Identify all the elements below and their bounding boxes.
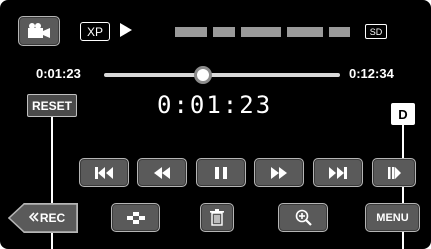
play-indicator-icon (119, 22, 133, 43)
menu-button[interactable]: MENU (365, 203, 420, 232)
fast-forward-icon (269, 166, 289, 180)
playback-screen: XP SD 0:01:23 0:12:34 RESET 0:01:23 D RE… (0, 0, 431, 249)
skip-to-end-icon (327, 166, 349, 180)
trash-icon (210, 209, 224, 226)
skip-forward-button[interactable] (313, 158, 363, 187)
frame-advance-icon (386, 166, 402, 180)
zoom-button[interactable] (278, 203, 328, 232)
skip-back-button[interactable] (79, 158, 129, 187)
frame-advance-button[interactable] (372, 158, 416, 187)
seek-track[interactable] (104, 73, 340, 77)
media-badge: SD (365, 24, 387, 39)
pause-icon (214, 166, 228, 180)
total-time: 0:12:34 (349, 66, 394, 81)
time-counter: 0:01:23 (157, 91, 273, 119)
skip-to-start-icon (93, 166, 115, 180)
rewind-icon (152, 166, 172, 180)
elapsed-time: 0:01:23 (36, 66, 81, 81)
rec-label: REC (39, 211, 66, 225)
display-toggle-button[interactable]: D (391, 103, 415, 125)
file-info-bar (175, 27, 350, 37)
delete-button[interactable] (200, 203, 234, 232)
quality-badge: XP (80, 22, 110, 41)
reset-counter-button[interactable]: RESET (27, 94, 77, 117)
rec-mode-button[interactable]: REC (8, 203, 78, 233)
index-grid-icon (126, 211, 145, 224)
pause-button[interactable] (196, 158, 246, 187)
mode-switch-button[interactable] (18, 16, 60, 46)
zoom-in-icon (295, 209, 312, 226)
rewind-button[interactable] (137, 158, 187, 187)
seek-knob[interactable] (194, 66, 213, 84)
video-camera-icon (27, 22, 51, 40)
index-button[interactable] (111, 203, 160, 232)
double-chevron-left-icon (28, 211, 39, 225)
fast-forward-button[interactable] (254, 158, 304, 187)
